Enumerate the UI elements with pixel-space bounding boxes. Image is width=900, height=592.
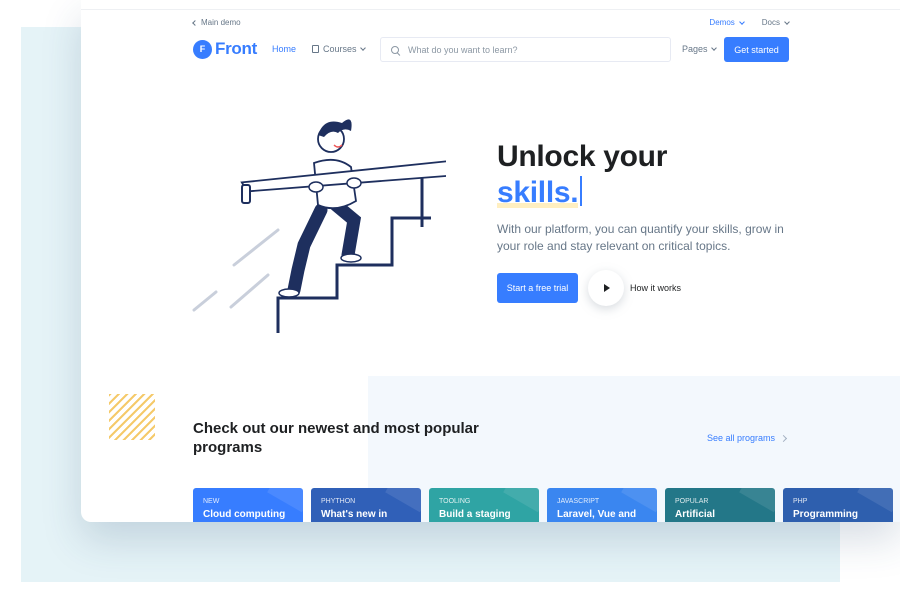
nav-pages-dropdown[interactable]: Pages bbox=[682, 44, 717, 54]
nav-courses-dropdown[interactable]: Courses bbox=[312, 44, 366, 54]
chevron-down-icon bbox=[359, 45, 366, 51]
program-card[interactable]: Tooling Build a staging bbox=[429, 488, 539, 522]
card-title: Cloud computing bbox=[203, 509, 286, 520]
typing-cursor bbox=[580, 176, 583, 206]
program-card[interactable]: New Cloud computing bbox=[193, 488, 303, 522]
top-bar-menu: Demos Docs bbox=[709, 18, 790, 27]
climbing-stairs-illustration bbox=[192, 119, 446, 333]
program-card[interactable]: JavaScript Laravel, Vue and bbox=[547, 488, 657, 522]
search-box bbox=[380, 37, 671, 62]
program-card[interactable]: PHP Programming bbox=[783, 488, 893, 522]
card-title: Laravel, Vue and bbox=[557, 509, 637, 520]
window-top-border bbox=[81, 9, 900, 10]
hero-description: With our platform, you can quantify your… bbox=[497, 222, 784, 253]
program-cards: New Cloud computing Phython What's new i… bbox=[193, 488, 893, 522]
see-all-programs-link[interactable]: See all programs bbox=[707, 433, 788, 443]
docs-dropdown[interactable]: Docs bbox=[761, 18, 790, 27]
card-category: New bbox=[203, 498, 220, 505]
browser-window: Main demo Demos Docs F Front Home Course… bbox=[81, 0, 900, 522]
play-video-button[interactable] bbox=[588, 270, 624, 306]
demos-label: Demos bbox=[709, 18, 735, 27]
speed-lines bbox=[192, 228, 280, 312]
navbar: F Front Home Courses Pages Get started bbox=[193, 37, 789, 62]
card-category: PHP bbox=[793, 498, 808, 505]
card-category: Tooling bbox=[439, 498, 471, 505]
person bbox=[278, 119, 362, 298]
card-title: Build a staging bbox=[439, 509, 511, 520]
card-title: Programming bbox=[793, 509, 859, 520]
program-card[interactable]: Popular Artificial bbox=[665, 488, 775, 522]
book-icon bbox=[312, 45, 319, 53]
demos-dropdown[interactable]: Demos bbox=[709, 18, 745, 27]
how-it-works-link[interactable]: How it works bbox=[630, 283, 681, 293]
chevron-down-icon bbox=[710, 45, 717, 51]
docs-label: Docs bbox=[761, 18, 780, 27]
top-bar: Main demo Demos Docs bbox=[192, 18, 790, 30]
programs-heading: Check out our newest and most popular pr… bbox=[193, 420, 479, 456]
hero-title-line1: Unlock your bbox=[497, 140, 668, 173]
diagonal-stripes-decoration bbox=[109, 394, 155, 440]
chevron-left-icon bbox=[192, 20, 198, 26]
back-link-label: Main demo bbox=[201, 18, 241, 27]
chevron-down-icon bbox=[784, 18, 790, 25]
get-started-button[interactable]: Get started bbox=[724, 37, 789, 62]
search-icon bbox=[391, 45, 399, 54]
hero-actions: Start a free trial How it works bbox=[497, 270, 681, 306]
start-free-trial-button[interactable]: Start a free trial bbox=[497, 273, 578, 303]
search-input[interactable] bbox=[408, 44, 658, 55]
see-all-label: See all programs bbox=[707, 433, 776, 443]
chevron-down-icon bbox=[738, 18, 745, 25]
courses-label: Courses bbox=[323, 44, 357, 54]
card-title: Artificial bbox=[675, 509, 716, 520]
card-category: JavaScript bbox=[557, 498, 600, 505]
chevron-right-icon bbox=[780, 434, 788, 442]
program-card[interactable]: Phython What's new in bbox=[311, 488, 421, 522]
hero-title-highlight: skills. bbox=[497, 176, 579, 209]
hero-section: Unlock your skills. With our platform, y… bbox=[497, 139, 797, 255]
play-icon bbox=[604, 284, 610, 292]
back-to-main-demo-link[interactable]: Main demo bbox=[192, 18, 241, 27]
logo-text: Front bbox=[215, 39, 257, 58]
card-title: What's new in bbox=[321, 509, 388, 520]
card-category: Phython bbox=[321, 498, 356, 505]
front-logo[interactable]: F Front bbox=[193, 39, 257, 59]
card-category: Popular bbox=[675, 498, 709, 505]
logo-mark-icon: F bbox=[193, 39, 212, 59]
nav-home-link[interactable]: Home bbox=[272, 44, 296, 54]
stage: Main demo Demos Docs F Front Home Course… bbox=[0, 0, 900, 592]
hero-title: Unlock your skills. bbox=[497, 139, 797, 211]
pages-label: Pages bbox=[682, 44, 708, 54]
